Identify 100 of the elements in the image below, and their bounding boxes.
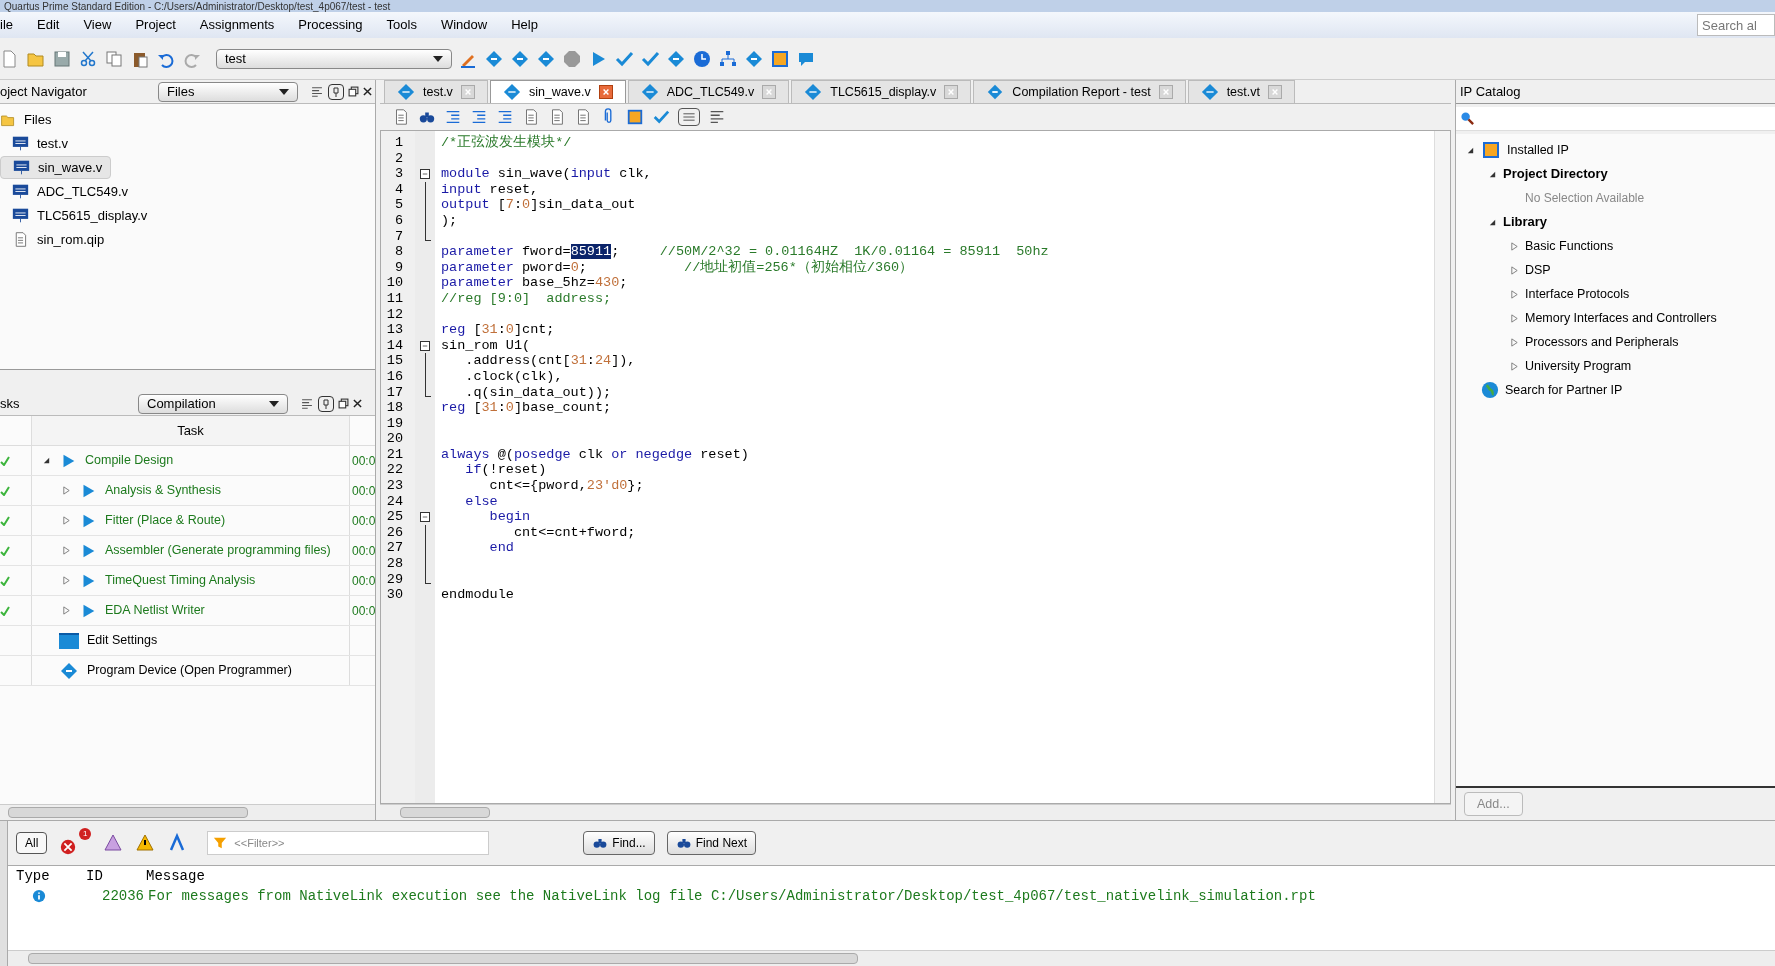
expand-arrow-icon[interactable]: [1510, 361, 1519, 371]
expand-arrow-icon[interactable]: [1510, 289, 1519, 299]
file-item[interactable]: sin_rom.qip: [0, 228, 113, 251]
all-filter-button[interactable]: All: [16, 832, 48, 854]
editor-tab[interactable]: test.v: [384, 80, 488, 103]
collapse-arrow-icon[interactable]: [42, 456, 51, 465]
file-item[interactable]: TLC5615_display.v: [0, 204, 156, 227]
vertical-scrollbar[interactable]: [1434, 131, 1450, 803]
diamond-icon[interactable]: [484, 48, 504, 69]
menu-item[interactable]: Edit: [25, 15, 72, 35]
tree-item[interactable]: Installed IP: [1507, 140, 1569, 160]
dropdown[interactable]: Files: [158, 81, 298, 102]
indent-icon[interactable]: [496, 108, 514, 126]
tree-item[interactable]: Library: [1503, 212, 1548, 232]
collapse-arrow-icon[interactable]: [1488, 169, 1497, 179]
warning-filter-icon[interactable]: [135, 833, 156, 853]
filter-field[interactable]: <<Filter>>: [207, 831, 490, 855]
expand-arrow-icon[interactable]: [62, 486, 71, 495]
task-name[interactable]: TimeQuest Timing Analysis: [105, 571, 256, 590]
column-header[interactable]: Task: [32, 416, 350, 445]
pin-icon[interactable]: [318, 395, 334, 412]
task-name[interactable]: Fitter (Place & Route): [105, 511, 226, 530]
task-name[interactable]: EDA Netlist Writer: [105, 601, 205, 620]
editor-tab[interactable]: Compilation Report - test: [973, 80, 1186, 103]
tree-item[interactable]: Processors and Peripherals: [1525, 332, 1679, 352]
critical-warning-filter-icon[interactable]: [103, 833, 124, 853]
fold-toggle-icon[interactable]: [420, 340, 430, 351]
editor-tab[interactable]: sin_wave.v: [489, 80, 626, 103]
check-icon[interactable]: [652, 108, 670, 126]
find-next-button[interactable]: Find Next: [666, 831, 757, 855]
menu-item[interactable]: Help: [499, 15, 550, 35]
float-window-icon[interactable]: [348, 86, 359, 97]
lines-icon[interactable]: [300, 396, 314, 411]
tree-item[interactable]: DSP: [1525, 260, 1551, 280]
pin-icon[interactable]: [328, 83, 344, 100]
menu-item[interactable]: ile: [0, 15, 25, 35]
tree-item[interactable]: Project Directory: [1503, 164, 1608, 184]
dropdown[interactable]: Compilation: [138, 393, 288, 414]
file-item[interactable]: ADC_TLC549.v: [0, 180, 137, 203]
expand-arrow-icon[interactable]: [62, 606, 71, 615]
collapse-arrow-icon[interactable]: [1466, 145, 1475, 155]
menu-item[interactable]: Tools: [374, 15, 429, 35]
close-icon[interactable]: [363, 87, 372, 96]
expand-arrow-icon[interactable]: [1510, 313, 1519, 323]
task-name[interactable]: Compile Design: [85, 451, 174, 470]
stop-icon[interactable]: [562, 48, 582, 69]
task-name[interactable]: Edit Settings: [87, 631, 158, 650]
file-item[interactable]: sin_wave.v: [0, 156, 112, 179]
file-item[interactable]: test.v: [0, 132, 77, 155]
search-field[interactable]: Search al: [1697, 14, 1775, 36]
line-numbers-icon[interactable]: [678, 108, 700, 126]
fold-toggle-icon[interactable]: [420, 512, 430, 523]
expand-arrow-icon[interactable]: [62, 546, 71, 555]
indent-icon[interactable]: [444, 108, 462, 126]
menu-item[interactable]: Window: [428, 15, 500, 35]
hierarchy-icon[interactable]: [718, 48, 738, 69]
task-name[interactable]: Program Device (Open Programmer): [87, 661, 292, 680]
menu-item[interactable]: Assignments: [187, 15, 287, 35]
diamond-icon[interactable]: [510, 48, 530, 69]
task-name[interactable]: Analysis & Synthesis: [105, 481, 222, 500]
indent-icon[interactable]: [470, 108, 488, 126]
expand-arrow-icon[interactable]: [62, 576, 71, 585]
lines-icon[interactable]: [708, 108, 726, 126]
tree-item[interactable]: Memory Interfaces and Controllers: [1525, 308, 1717, 328]
column-header[interactable]: Type: [16, 865, 86, 887]
diamond-icon[interactable]: [744, 48, 764, 69]
menu-item[interactable]: Project: [123, 15, 188, 35]
file-item[interactable]: Files: [0, 108, 60, 131]
float-window-icon[interactable]: [338, 398, 349, 409]
editor-tab[interactable]: ADC_TLC549.v: [627, 80, 790, 103]
editor-tab[interactable]: TLC5615_display.v: [791, 80, 972, 103]
collapse-arrow-icon[interactable]: [1488, 217, 1497, 227]
find-button[interactable]: Find...: [583, 831, 655, 855]
close-icon[interactable]: [353, 399, 362, 408]
error-filter-button[interactable]: 1: [59, 828, 92, 858]
menu-item[interactable]: Processing: [286, 15, 375, 35]
copy-icon[interactable]: [104, 48, 124, 69]
task-name[interactable]: Assembler (Generate programming files): [105, 541, 331, 560]
expand-arrow-icon[interactable]: [1510, 337, 1519, 347]
lines-icon[interactable]: [310, 84, 324, 99]
tree-item[interactable]: Search for Partner IP: [1505, 380, 1623, 400]
fold-toggle-icon[interactable]: [420, 169, 430, 179]
search-field[interactable]: [1456, 107, 1775, 131]
horizontal-scrollbar[interactable]: [8, 950, 1775, 966]
clock-icon[interactable]: [692, 48, 712, 69]
expand-arrow-icon[interactable]: [62, 516, 71, 525]
save-icon[interactable]: [52, 48, 72, 69]
diamond-icon[interactable]: [536, 48, 556, 69]
tree-item[interactable]: University Program: [1525, 356, 1632, 376]
diamond-icon[interactable]: [666, 48, 686, 69]
expand-arrow-icon[interactable]: [1510, 241, 1519, 251]
horizontal-scrollbar[interactable]: [0, 804, 375, 820]
tree-item[interactable]: Interface Protocols: [1525, 284, 1630, 304]
expand-arrow-icon[interactable]: [1510, 265, 1519, 275]
editor-tab[interactable]: test.vt: [1187, 80, 1295, 103]
menu-item[interactable]: View: [71, 15, 124, 35]
column-header[interactable]: Message: [146, 865, 205, 887]
column-header[interactable]: ID: [86, 865, 146, 887]
dropdown[interactable]: test: [216, 48, 452, 69]
tree-item[interactable]: Basic Functions: [1525, 236, 1614, 256]
